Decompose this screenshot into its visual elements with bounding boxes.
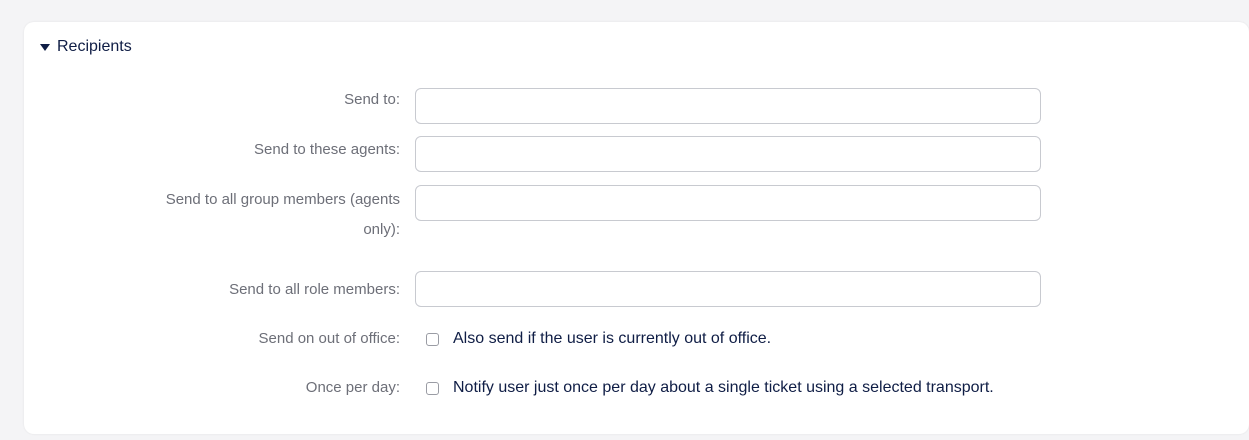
section-title: Recipients bbox=[57, 38, 132, 55]
send-to-role-members-input[interactable] bbox=[415, 271, 1041, 307]
once-per-day-checkbox[interactable] bbox=[426, 381, 439, 395]
send-to-group-members-label-line1: Send to all group members (agents bbox=[165, 191, 400, 208]
send-to-group-members-label-line2: only): bbox=[363, 221, 400, 238]
send-to-label: Send to: bbox=[344, 91, 400, 108]
send-out-of-office-checkbox[interactable] bbox=[426, 332, 439, 346]
send-to-input[interactable] bbox=[415, 88, 1041, 124]
send-out-of-office-option[interactable]: Also send if the user is currently out o… bbox=[426, 328, 771, 350]
caret-down-icon bbox=[40, 44, 50, 51]
once-per-day-option[interactable]: Notify user just once per day about a si… bbox=[426, 377, 994, 399]
recipients-panel: Recipients Send to: Send to these agents… bbox=[24, 22, 1249, 434]
send-out-of-office-checkbox-label[interactable]: Also send if the user is currently out o… bbox=[453, 330, 771, 348]
send-out-of-office-label: Send on out of office: bbox=[258, 330, 401, 347]
send-to-role-members-label: Send to all role members: bbox=[229, 281, 400, 298]
send-to-agents-input[interactable] bbox=[415, 136, 1041, 172]
recipients-section-toggle[interactable]: Recipients bbox=[40, 36, 132, 58]
once-per-day-checkbox-label[interactable]: Notify user just once per day about a si… bbox=[453, 379, 994, 397]
send-to-agents-label: Send to these agents: bbox=[254, 141, 400, 158]
once-per-day-label: Once per day: bbox=[305, 379, 400, 396]
send-to-group-members-input[interactable] bbox=[415, 185, 1041, 221]
